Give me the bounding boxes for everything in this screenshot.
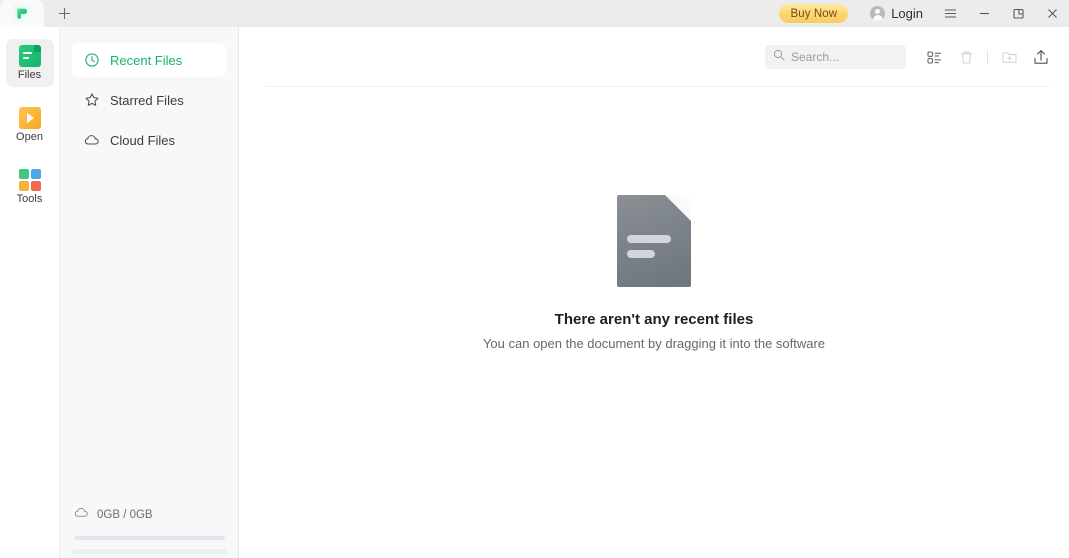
empty-state-subtitle: You can open the document by dragging it… — [482, 336, 826, 351]
files-icon — [18, 45, 41, 67]
empty-state: There aren't any recent files You can op… — [239, 195, 1069, 351]
close-icon[interactable] — [1035, 0, 1069, 27]
window-controls-group: Buy Now Login — [779, 0, 1069, 27]
rail-item-label: Open — [16, 131, 43, 143]
list-view-button[interactable] — [918, 43, 950, 71]
nav-item-starred-files[interactable]: Starred Files — [72, 83, 226, 117]
toolbar-divider — [987, 50, 988, 64]
toolbar-bottom-divider — [265, 86, 1050, 87]
app-logo-icon — [12, 4, 32, 23]
tools-icon — [18, 169, 41, 191]
document-placeholder-icon — [617, 195, 691, 287]
storage-text: 0GB / 0GB — [97, 509, 153, 521]
rail-item-files[interactable]: Files — [5, 39, 54, 87]
nav-item-label: Recent Files — [110, 52, 183, 68]
empty-state-title: There aren't any recent files — [554, 311, 754, 328]
minimize-icon[interactable] — [967, 0, 1001, 27]
open-icon — [18, 107, 41, 129]
cloud-icon — [74, 505, 89, 525]
new-tab-button[interactable] — [44, 0, 84, 27]
login-button[interactable]: Login — [870, 6, 923, 21]
app-window: Buy Now Login Files Open Tools Recent Fi… — [0, 0, 1069, 558]
buy-now-button[interactable]: Buy Now — [779, 4, 849, 23]
rail-item-label: Files — [17, 69, 42, 81]
clock-icon — [84, 52, 100, 68]
search-icon — [773, 48, 785, 66]
rail-item-label: Tools — [16, 193, 43, 205]
nav-item-cloud-files[interactable]: Cloud Files — [72, 123, 226, 157]
search-box[interactable] — [765, 45, 906, 69]
nav-item-label: Cloud Files — [110, 132, 176, 148]
delete-button[interactable] — [950, 43, 982, 71]
rail-item-open[interactable]: Open — [6, 101, 54, 149]
rail-item-tools[interactable]: Tools — [6, 163, 54, 211]
hamburger-menu-icon[interactable] — [933, 0, 967, 27]
left-rail: Files Open Tools — [0, 27, 60, 558]
login-label: Login — [891, 6, 923, 21]
restore-window-icon[interactable] — [1001, 0, 1035, 27]
cloud-icon — [84, 132, 100, 148]
new-folder-button[interactable] — [993, 43, 1025, 71]
nav-item-label: Starred Files — [110, 92, 184, 108]
main-content: There aren't any recent files You can op… — [239, 27, 1069, 558]
document-tab[interactable] — [0, 0, 44, 27]
tab-strip — [0, 0, 84, 27]
nav-horizontal-scrollbar[interactable] — [72, 549, 227, 554]
storage-progress-bar — [74, 536, 225, 540]
upload-share-button[interactable] — [1025, 43, 1057, 71]
title-bar: Buy Now Login — [0, 0, 1069, 27]
nav-panel: Recent Files Starred Files Cloud Files 0… — [60, 27, 239, 558]
user-avatar-icon — [870, 6, 886, 21]
star-icon — [84, 92, 100, 108]
storage-indicator: 0GB / 0GB — [60, 505, 239, 540]
nav-list: Recent Files Starred Files Cloud Files — [60, 27, 238, 157]
search-input[interactable] — [791, 50, 896, 64]
content-toolbar — [239, 27, 1069, 87]
nav-item-recent-files[interactable]: Recent Files — [72, 43, 226, 77]
